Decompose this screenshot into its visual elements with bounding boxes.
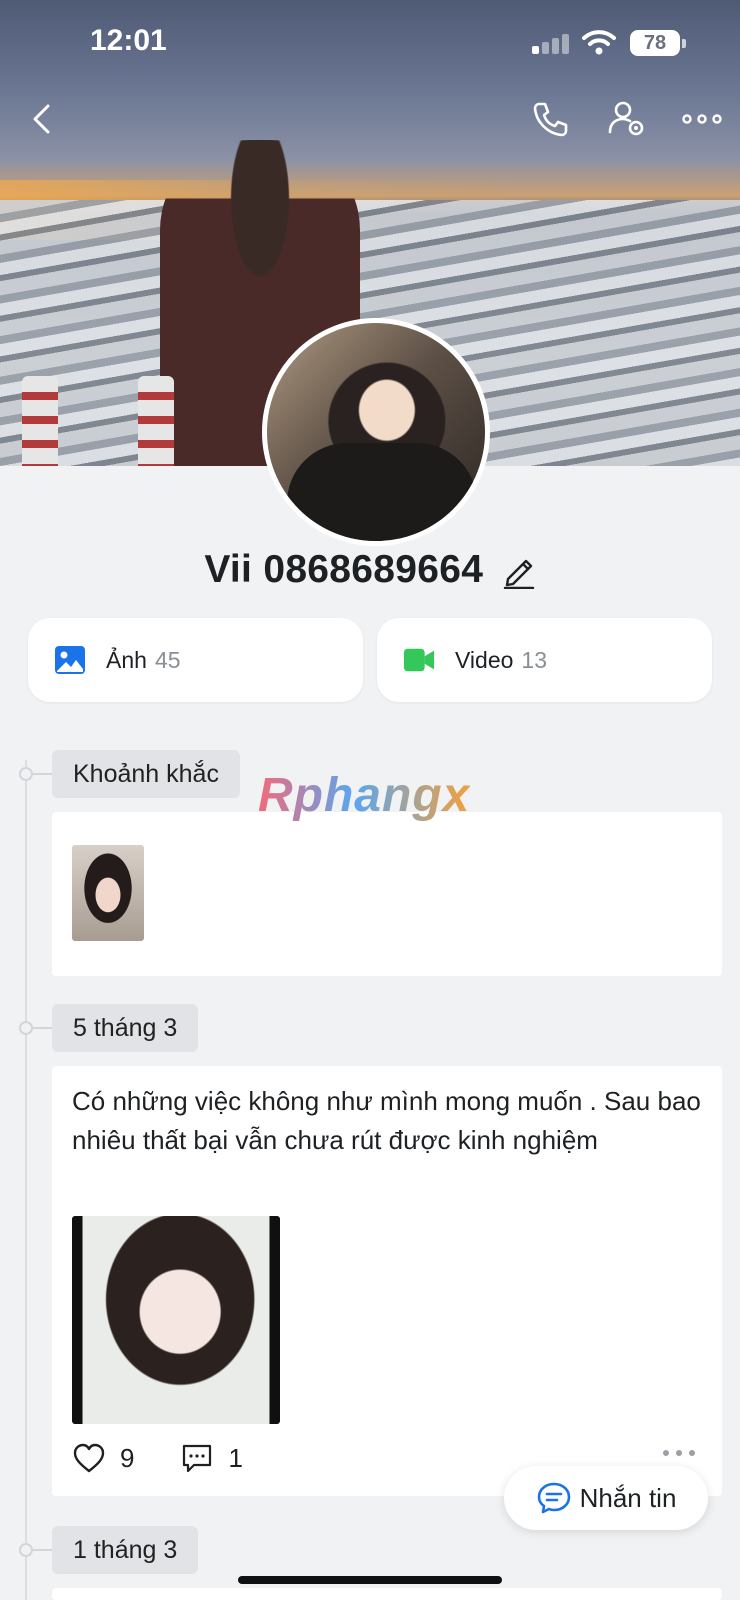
- videos-label: Video: [455, 646, 514, 673]
- post-text[interactable]: Có những việc không như mình mong muốn .…: [72, 1082, 702, 1160]
- photo-icon: [55, 646, 85, 674]
- timeline-dot: [19, 1543, 33, 1557]
- post-card: Có những việc không như mình mong muốn .…: [52, 1066, 722, 1496]
- watermark: Rphangx: [258, 769, 471, 822]
- chat-bubble-icon: [537, 1482, 570, 1514]
- post-card: [52, 1588, 722, 1600]
- profile-name-row: Vii 0868689664: [0, 548, 740, 600]
- timeline-line: [25, 760, 27, 1600]
- comment-icon: [183, 1444, 212, 1473]
- edit-pencil-icon[interactable]: [502, 551, 536, 589]
- post-more-icon[interactable]: [662, 1448, 696, 1458]
- moments-label: Khoảnh khắc: [52, 750, 240, 798]
- wifi-icon: [582, 30, 616, 55]
- videos-card[interactable]: Video 13: [377, 618, 712, 702]
- cellular-signal-icon: [532, 32, 572, 54]
- timeline-dot: [19, 1021, 33, 1035]
- status-bar: 12:01 78: [0, 0, 740, 86]
- comment-count: 1: [228, 1442, 243, 1473]
- status-time: 12:01: [90, 24, 167, 57]
- profile-name: Vii 0868689664: [204, 548, 484, 591]
- like-count: 9: [120, 1442, 135, 1473]
- battery-icon: 78: [630, 30, 686, 56]
- message-button-label: Nhắn tin: [579, 1482, 677, 1513]
- comment-button[interactable]: 1: [180, 1442, 243, 1474]
- post-image[interactable]: [72, 1216, 280, 1424]
- phone-icon[interactable]: [530, 98, 570, 140]
- moments-panel: [52, 812, 722, 976]
- timeline-dot: [19, 767, 33, 781]
- moment-thumbnail[interactable]: [72, 845, 144, 941]
- post-date: 5 tháng 3: [52, 1004, 199, 1052]
- message-button[interactable]: Nhắn tin: [504, 1466, 708, 1530]
- photos-count: 45: [154, 646, 181, 673]
- photos-label: Ảnh: [106, 646, 147, 673]
- profile-settings-icon[interactable]: [606, 98, 648, 140]
- more-options-icon[interactable]: [680, 98, 724, 140]
- video-camera-icon: [403, 648, 435, 672]
- post-actions: 9 1: [72, 1438, 289, 1478]
- photos-card[interactable]: Ảnh 45: [28, 618, 363, 702]
- videos-count: 13: [521, 646, 548, 673]
- like-button[interactable]: 9: [72, 1442, 134, 1474]
- avatar[interactable]: [262, 318, 490, 546]
- post-date: 1 tháng 3: [52, 1526, 199, 1574]
- heart-icon: [73, 1443, 105, 1473]
- home-indicator[interactable]: [238, 1576, 502, 1584]
- back-icon[interactable]: [22, 98, 62, 140]
